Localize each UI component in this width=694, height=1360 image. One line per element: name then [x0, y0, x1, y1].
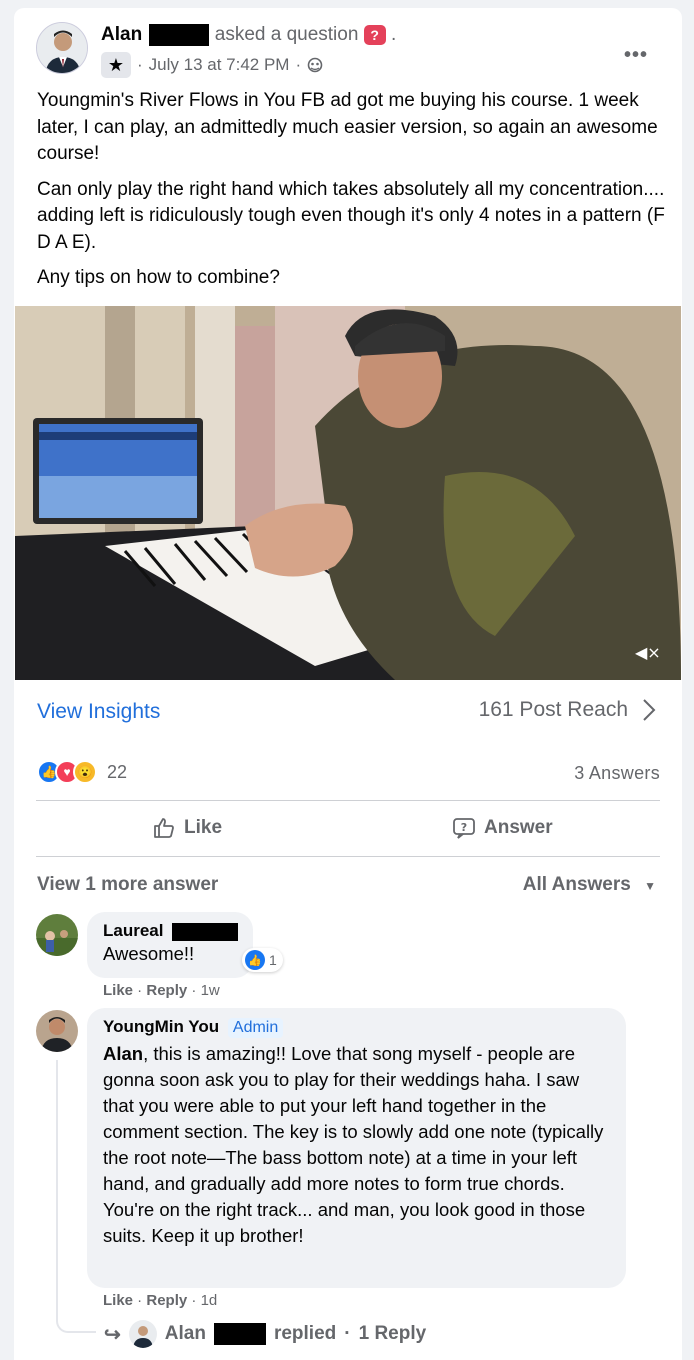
post-reach[interactable]: 161 Post Reach	[479, 698, 656, 722]
author-avatar[interactable]	[36, 22, 88, 74]
post-video[interactable]: ◀×	[15, 306, 681, 680]
answer-icon: ?	[453, 818, 475, 839]
redacted-name	[149, 24, 210, 46]
like-button[interactable]: Like	[152, 816, 222, 840]
chevron-right-icon	[643, 699, 656, 721]
like-label: Like	[184, 817, 223, 838]
question-icon: ?	[363, 25, 386, 45]
comment-bubble: Laureal Awesome!!	[87, 912, 253, 978]
post-card: Alan asked a question ? . ★ · July 13 at…	[14, 8, 682, 1360]
answers-count[interactable]: 3 Answers	[574, 763, 660, 784]
commenter-name-line: YoungMin You Admin	[103, 1017, 610, 1038]
wow-reaction-icon: 😮	[73, 760, 97, 784]
commenter-name[interactable]: Laureal	[103, 921, 163, 940]
admin-avatar[interactable]	[36, 1010, 78, 1052]
filter-label: All Answers	[522, 874, 631, 895]
post-body: Youngmin's River Flows in You FB ad got …	[37, 88, 667, 301]
comment-time[interactable]: 1d	[201, 1292, 218, 1309]
svg-text:◀×: ◀×	[635, 643, 661, 662]
comment-reply-button[interactable]: Reply	[146, 1292, 187, 1309]
view-replies[interactable]: ↪ Alan replied · 1 Reply	[104, 1320, 426, 1348]
like-reaction-icon: 👍	[245, 950, 265, 970]
comment-like-button[interactable]: Like	[103, 1292, 133, 1309]
reactions-summary[interactable]: 👍 ♥ 😮 22	[37, 760, 127, 784]
comment-text: Awesome!!	[103, 943, 195, 964]
comment-like-count: 1	[269, 952, 277, 968]
divider	[36, 800, 660, 801]
divider	[36, 856, 660, 857]
action-text: asked a question	[214, 24, 359, 46]
thumbs-up-icon	[154, 818, 174, 838]
author-name[interactable]: Alan	[101, 24, 142, 45]
reply-avatar	[128, 1320, 157, 1348]
comment-text: Alan, this is amazing!! Love that song m…	[103, 1041, 610, 1249]
post-meta: ★ · July 13 at 7:42 PM ·	[101, 52, 323, 78]
meta-separator: ·	[295, 55, 302, 74]
post-paragraph: Youngmin's River Flows in You FB ad got …	[37, 90, 658, 164]
mention-link[interactable]: Alan	[103, 1043, 143, 1064]
comment-actions: Like · Reply · 1w	[103, 982, 220, 999]
post-date[interactable]: July 13 at 7:42 PM	[149, 55, 290, 75]
reaction-count: 22	[107, 761, 128, 782]
view-more-answers[interactable]: View 1 more answer	[37, 874, 218, 896]
star-icon[interactable]: ★	[101, 52, 131, 78]
answer-label: Answer	[484, 817, 553, 838]
svg-text:?: ?	[461, 821, 467, 834]
redacted-name	[213, 1323, 266, 1345]
post-paragraph: Any tips on how to combine?	[37, 267, 280, 288]
meta-separator: ·	[137, 55, 143, 74]
caret-down-icon: ▼	[644, 879, 656, 893]
replied-label: replied	[273, 1323, 337, 1344]
comment-reaction-badge[interactable]: 👍 1	[242, 948, 283, 972]
comment-like-button[interactable]: Like	[103, 982, 133, 999]
trailing-dot: .	[390, 24, 397, 46]
comment-reply-button[interactable]: Reply	[146, 982, 187, 999]
more-options-icon[interactable]: •••	[624, 44, 648, 67]
admin-badge: Admin	[227, 1018, 284, 1038]
view-insights-link[interactable]: View Insights	[37, 700, 160, 724]
reply-author-name: Alan	[164, 1323, 206, 1344]
post-paragraph: Can only play the right hand which takes…	[37, 178, 665, 253]
all-answers-filter[interactable]: All Answers ▼	[523, 874, 656, 896]
author-line: Alan asked a question ? .	[101, 24, 396, 46]
commenter-name[interactable]: YoungMin You	[103, 1017, 219, 1036]
answer-button[interactable]: ? Answer	[452, 816, 553, 840]
post-reach-label: 161 Post Reach	[478, 698, 628, 721]
comment-actions: Like · Reply · 1d	[103, 1292, 218, 1309]
reply-arrow-icon: ↪	[104, 1323, 121, 1346]
comment-time[interactable]: 1w	[201, 982, 220, 999]
comment-bubble: YoungMin You Admin Alan, this is amazing…	[87, 1008, 626, 1288]
replies-count: 1 Reply	[358, 1323, 427, 1344]
group-privacy-icon	[307, 57, 323, 73]
post-header: Alan asked a question ? . ★ · July 13 at…	[36, 22, 682, 82]
commenter-avatar[interactable]	[36, 914, 78, 956]
comment-body: , this is amazing!! Love that song mysel…	[103, 1043, 604, 1246]
commenter-name-line: Laureal	[103, 921, 239, 941]
redacted-name	[172, 922, 239, 941]
